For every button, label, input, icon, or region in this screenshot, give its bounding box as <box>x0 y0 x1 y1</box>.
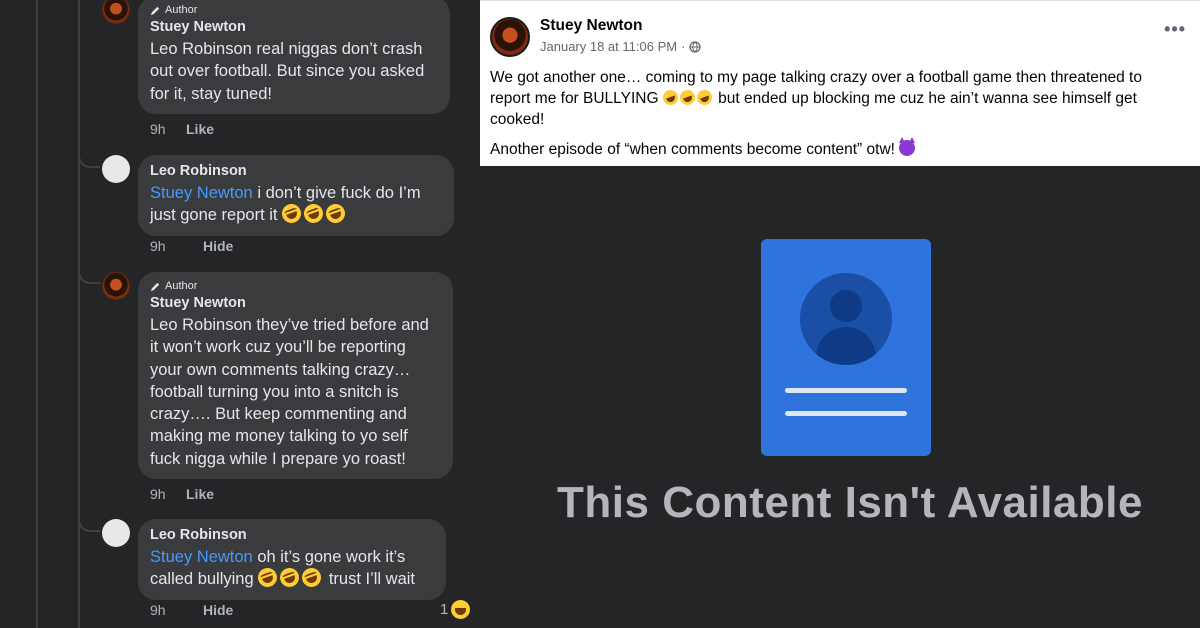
comment-time[interactable]: 9h <box>150 238 203 254</box>
globe-icon <box>689 40 702 53</box>
comment-bubble: Leo Robinson Stuey Newton i don’t give f… <box>138 155 454 236</box>
comment-actions: 9h Like <box>150 121 214 137</box>
rofl-emoji <box>301 201 326 226</box>
post-date[interactable]: January 18 at 11:06 PM <box>540 39 677 54</box>
comment-actions: 9h Like <box>150 486 214 502</box>
rofl-emoji <box>279 201 304 226</box>
rofl-emoji <box>277 565 302 590</box>
like-button[interactable]: Like <box>186 121 214 137</box>
rofl-emoji <box>323 201 348 226</box>
post-paragraph: Another episode of “when comments become… <box>490 136 1170 160</box>
post-paragraph: We got another one… coming to my page ta… <box>490 69 1142 129</box>
commenter-name[interactable]: Leo Robinson <box>150 527 434 543</box>
comment-time[interactable]: 9h <box>150 121 186 137</box>
avatar[interactable] <box>102 0 130 24</box>
comment-text: Stuey Newton oh it’s gone work it’s call… <box>150 548 416 590</box>
author-badge: Author <box>150 280 441 292</box>
rofl-emoji <box>255 565 280 590</box>
comment-bubble: Author Stuey Newton Leo Robinson they’ve… <box>138 272 453 480</box>
reply-connector <box>78 516 100 532</box>
comment-time[interactable]: 9h <box>150 486 186 502</box>
comment-bubble: Leo Robinson Stuey Newton oh it’s gone w… <box>138 519 446 600</box>
post-author-name[interactable]: Stuey Newton <box>540 17 642 35</box>
post-meta: January 18 at 11:06 PM · <box>540 39 702 54</box>
rofl-emoji <box>677 88 697 108</box>
comment-bubble: Author Stuey Newton Leo Robinson real ni… <box>138 0 450 114</box>
post-card: Stuey Newton January 18 at 11:06 PM · ••… <box>480 0 1200 166</box>
pencil-icon <box>150 282 160 291</box>
hide-button[interactable]: Hide <box>203 602 233 618</box>
commenter-name[interactable]: Leo Robinson <box>150 163 442 179</box>
commenter-name[interactable]: Stuey Newton <box>150 295 441 311</box>
avatar[interactable] <box>102 272 130 300</box>
pencil-icon <box>150 6 160 15</box>
thread-line <box>36 0 38 628</box>
rofl-emoji <box>694 88 714 108</box>
mention-link[interactable]: Stuey Newton <box>150 184 253 202</box>
comment-text: Stuey Newton i don’t give fuck do I’m ju… <box>150 184 421 226</box>
unavailable-panel: This Content Isn't Available <box>480 166 1200 628</box>
rofl-emoji <box>299 565 324 590</box>
comment-text: Leo Robinson real niggas don’t crash out… <box>150 40 425 103</box>
reply-thread-line <box>78 0 80 628</box>
reply-connector <box>78 268 100 284</box>
post-body: We got another one… coming to my page ta… <box>490 67 1170 168</box>
meta-separator: · <box>681 39 686 54</box>
more-options-icon[interactable]: ••• <box>1164 19 1186 40</box>
hide-button[interactable]: Hide <box>203 238 233 254</box>
like-button[interactable]: Like <box>186 486 214 502</box>
comment-thread: Author Stuey Newton Leo Robinson real ni… <box>0 0 480 628</box>
laugh-emoji-icon <box>451 600 471 619</box>
document-person-icon <box>761 239 931 456</box>
unavailable-message: This Content Isn't Available <box>557 478 1143 527</box>
avatar[interactable] <box>102 519 130 547</box>
commenter-name[interactable]: Stuey Newton <box>150 19 438 35</box>
rofl-emoji <box>660 88 680 108</box>
author-badge: Author <box>150 4 438 16</box>
comment-time[interactable]: 9h <box>150 602 203 618</box>
comment-actions: 9h Hide <box>150 238 233 254</box>
reply-connector <box>78 152 100 168</box>
comment-actions: 9h Hide <box>150 602 233 618</box>
reaction-count[interactable]: 1 <box>440 600 471 619</box>
comment-text: Leo Robinson they’ve tried before and it… <box>150 316 429 468</box>
devil-emoji <box>899 136 916 156</box>
avatar[interactable] <box>102 155 130 183</box>
avatar[interactable] <box>490 17 530 57</box>
mention-link[interactable]: Stuey Newton <box>150 548 253 566</box>
